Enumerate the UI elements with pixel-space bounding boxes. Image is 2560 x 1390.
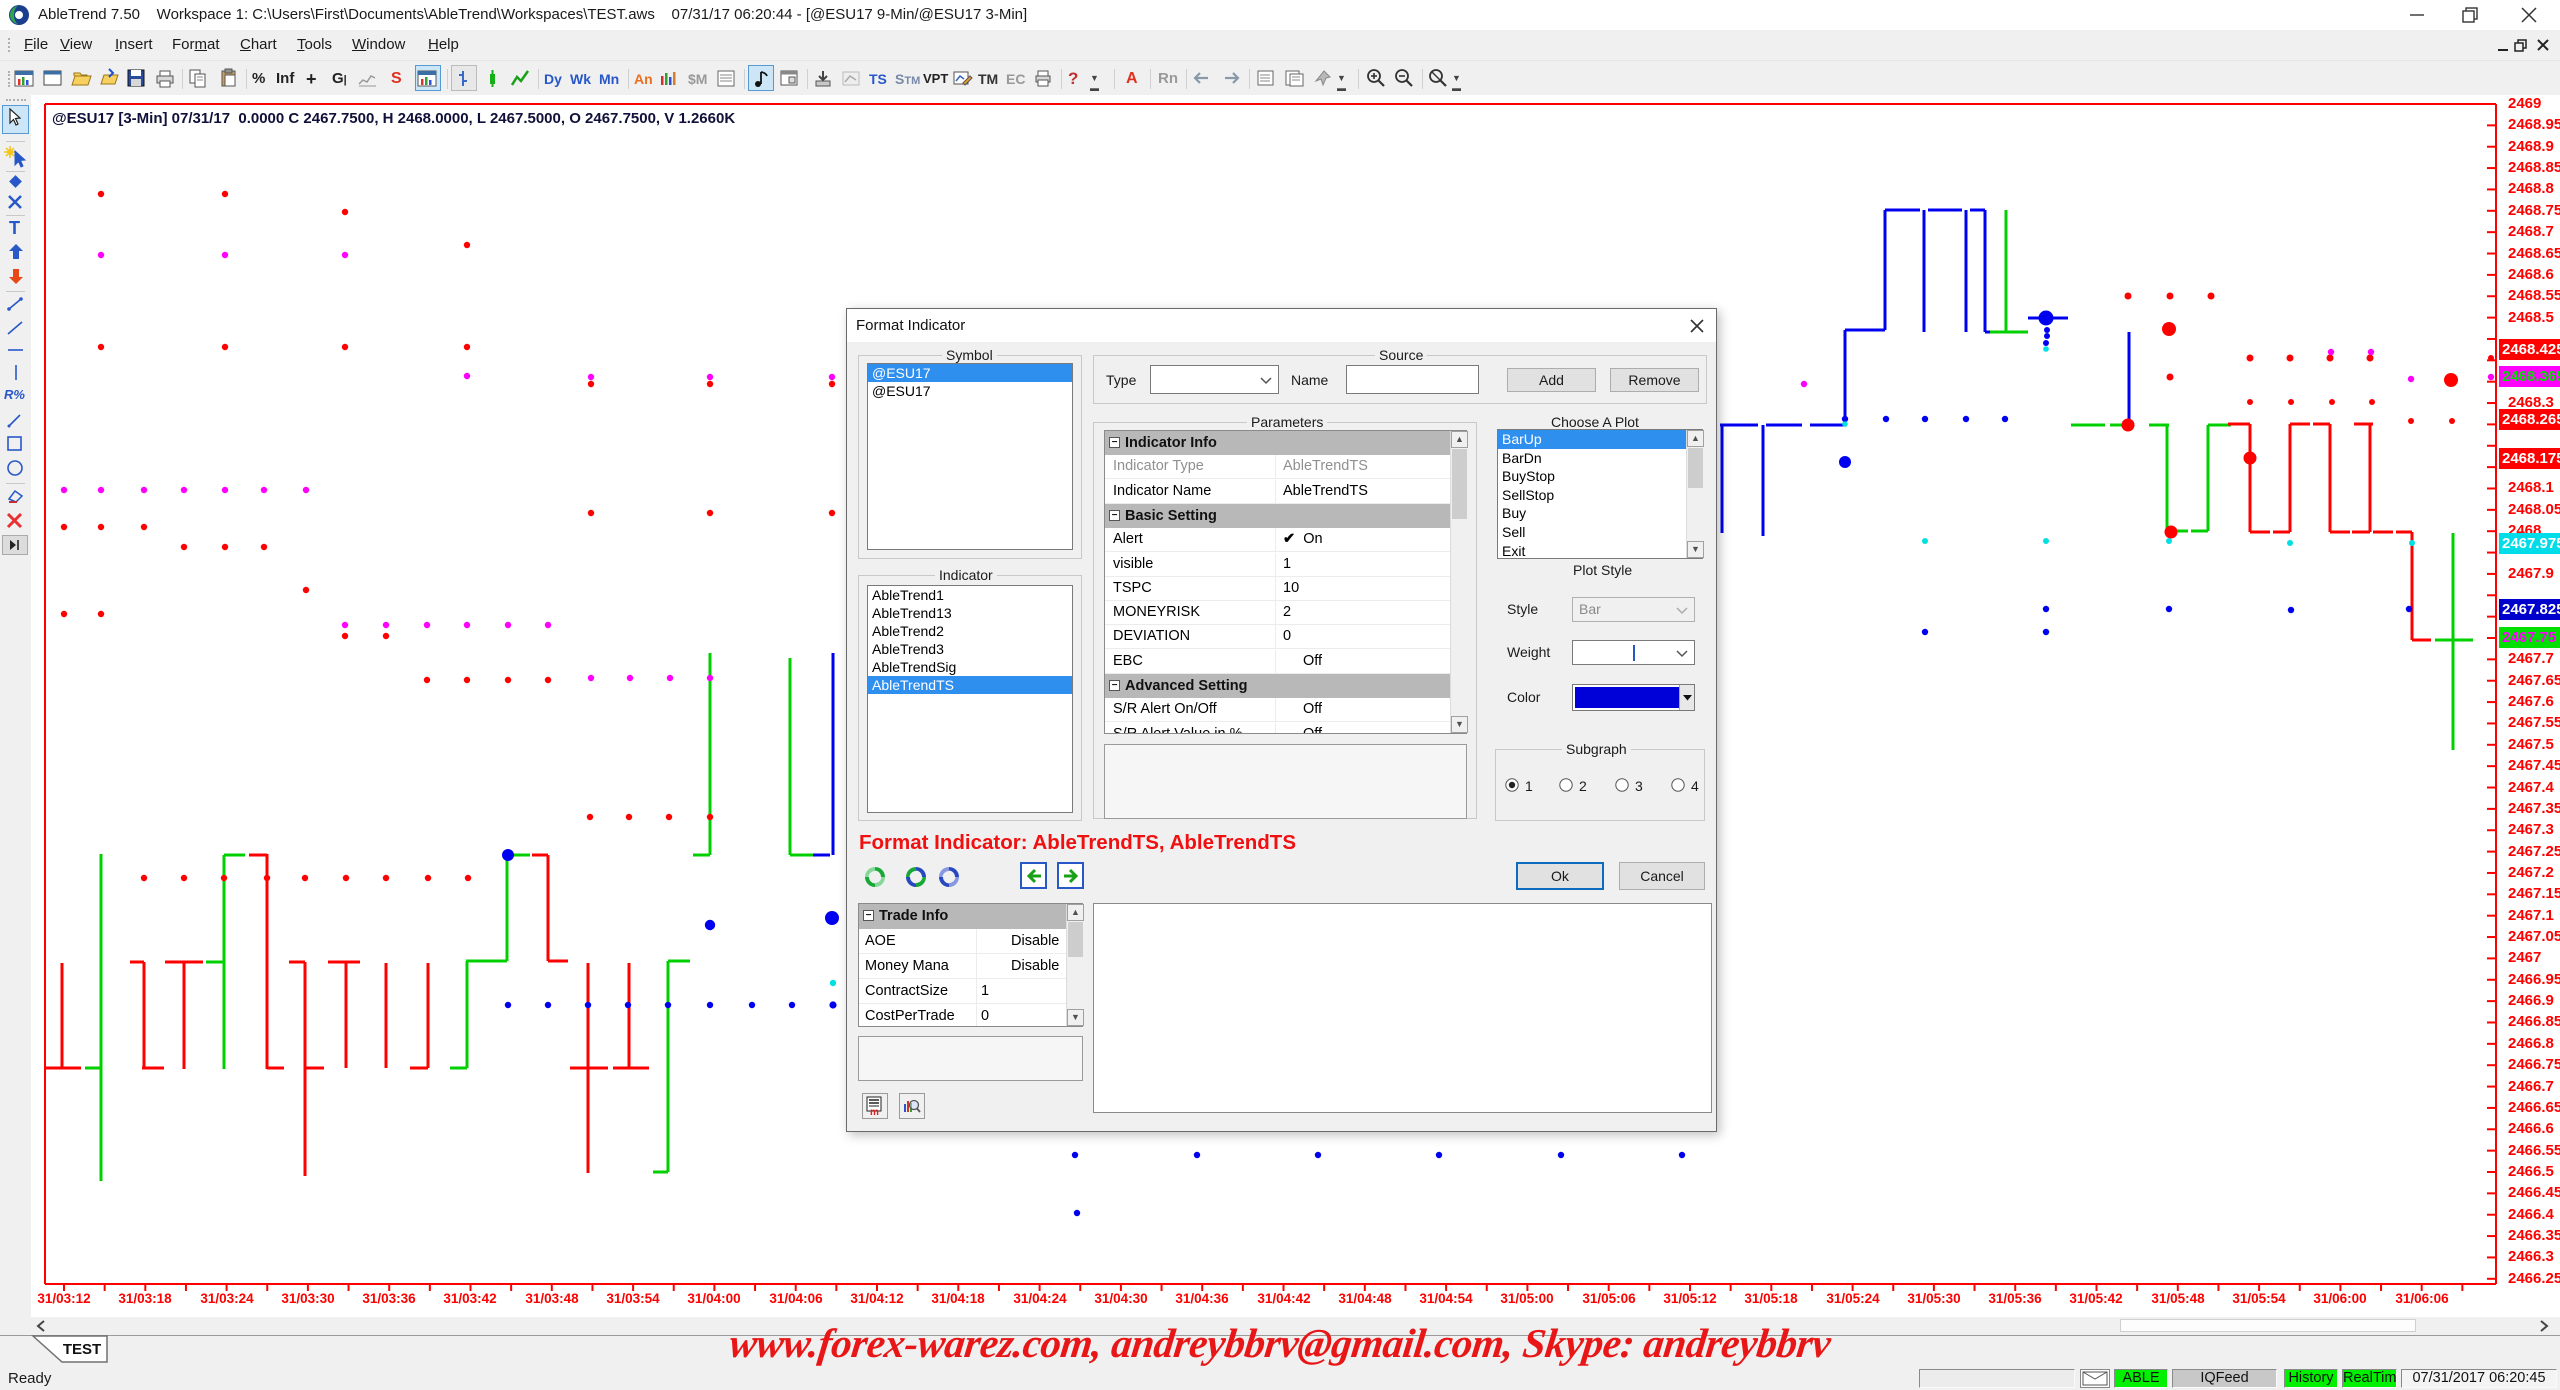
svg-text:TEST: TEST <box>63 1341 101 1358</box>
svg-text:m: m <box>870 1107 879 1116</box>
